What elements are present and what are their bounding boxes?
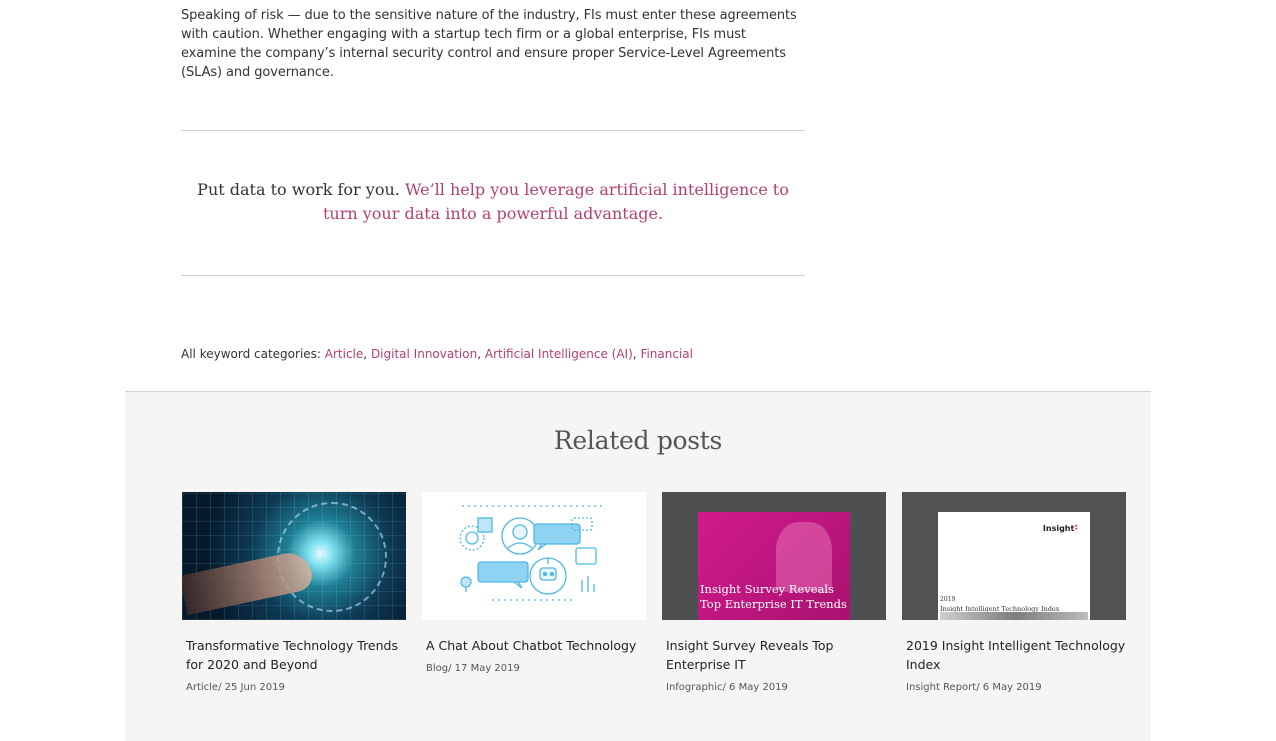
post-type: Insight Report bbox=[906, 682, 977, 693]
related-post-card[interactable]: Transformative Technology Trends for 202… bbox=[182, 492, 406, 693]
post-title[interactable]: Transformative Technology Trends for 202… bbox=[182, 636, 406, 674]
post-thumbnail[interactable] bbox=[182, 492, 406, 620]
post-thumbnail[interactable]: Insight⁑ 2019 Insight Intelligent Techno… bbox=[902, 492, 1126, 620]
insight-logo: Insight⁑ bbox=[1042, 524, 1078, 533]
keyword-link-ai[interactable]: Artificial Intelligence (AI) bbox=[485, 347, 633, 361]
related-post-card[interactable]: Insight Survey Reveals Top Enterprise IT… bbox=[662, 492, 886, 693]
article-body: Speaking of risk — due to the sensitive … bbox=[181, 6, 805, 82]
post-meta: Article/ 25 Jun 2019 bbox=[186, 682, 285, 693]
article-paragraph: Speaking of risk — due to the sensitive … bbox=[181, 8, 797, 80]
divider-top bbox=[181, 130, 805, 131]
related-posts-heading: Related posts bbox=[553, 426, 723, 455]
post-date: 6 May 2019 bbox=[729, 682, 788, 693]
report-cover-year: 2019 bbox=[940, 596, 956, 603]
related-post-card[interactable]: A Chat About Chatbot Technology Blog/ 17… bbox=[422, 492, 646, 674]
post-date: 6 May 2019 bbox=[982, 682, 1042, 693]
keyword-label: All keyword categories: bbox=[181, 347, 321, 361]
post-meta: Infographic/ 6 May 2019 bbox=[666, 682, 788, 693]
keyword-link-financial[interactable]: Financial bbox=[640, 347, 693, 361]
post-thumbnail[interactable]: Insight Survey Reveals Top Enterprise IT… bbox=[662, 492, 886, 620]
keyword-link-article[interactable]: Article bbox=[325, 347, 364, 361]
related-post-card[interactable]: Insight⁑ 2019 Insight Intelligent Techno… bbox=[902, 492, 1126, 693]
post-type: Article bbox=[186, 682, 219, 693]
post-thumbnail[interactable] bbox=[422, 492, 646, 620]
post-title[interactable]: Insight Survey Reveals Top Enterprise IT bbox=[662, 636, 886, 674]
post-date: 25 Jun 2019 bbox=[224, 682, 285, 693]
divider-bottom bbox=[181, 275, 805, 276]
post-title[interactable]: A Chat About Chatbot Technology bbox=[422, 636, 646, 655]
keyword-link-digital-innovation[interactable]: Digital Innovation bbox=[371, 347, 477, 361]
post-type: Infographic bbox=[666, 682, 723, 693]
cta-lead-text: Put data to work for you. bbox=[197, 180, 400, 199]
related-posts-section: Related posts Transformative Technology … bbox=[125, 391, 1151, 741]
keyword-categories: All keyword categories: Article, Digital… bbox=[181, 347, 693, 361]
post-meta: Insight Report/ 6 May 2019 bbox=[906, 682, 1042, 693]
cta-callout: Put data to work for you. We’ll help you… bbox=[181, 178, 805, 226]
post-title[interactable]: 2019 Insight Intelligent Technology Inde… bbox=[902, 636, 1126, 674]
report-cover: Insight⁑ 2019 Insight Intelligent Techno… bbox=[938, 512, 1090, 620]
report-cover: Insight Survey Reveals Top Enterprise IT… bbox=[698, 512, 850, 620]
post-meta: Blog/ 17 May 2019 bbox=[426, 663, 520, 674]
post-type: Blog bbox=[426, 663, 449, 674]
chatbot-illustration-icon bbox=[459, 505, 602, 601]
report-cover-title: Insight Survey Reveals Top Enterprise IT… bbox=[700, 582, 847, 611]
post-date: 17 May 2019 bbox=[454, 663, 520, 674]
